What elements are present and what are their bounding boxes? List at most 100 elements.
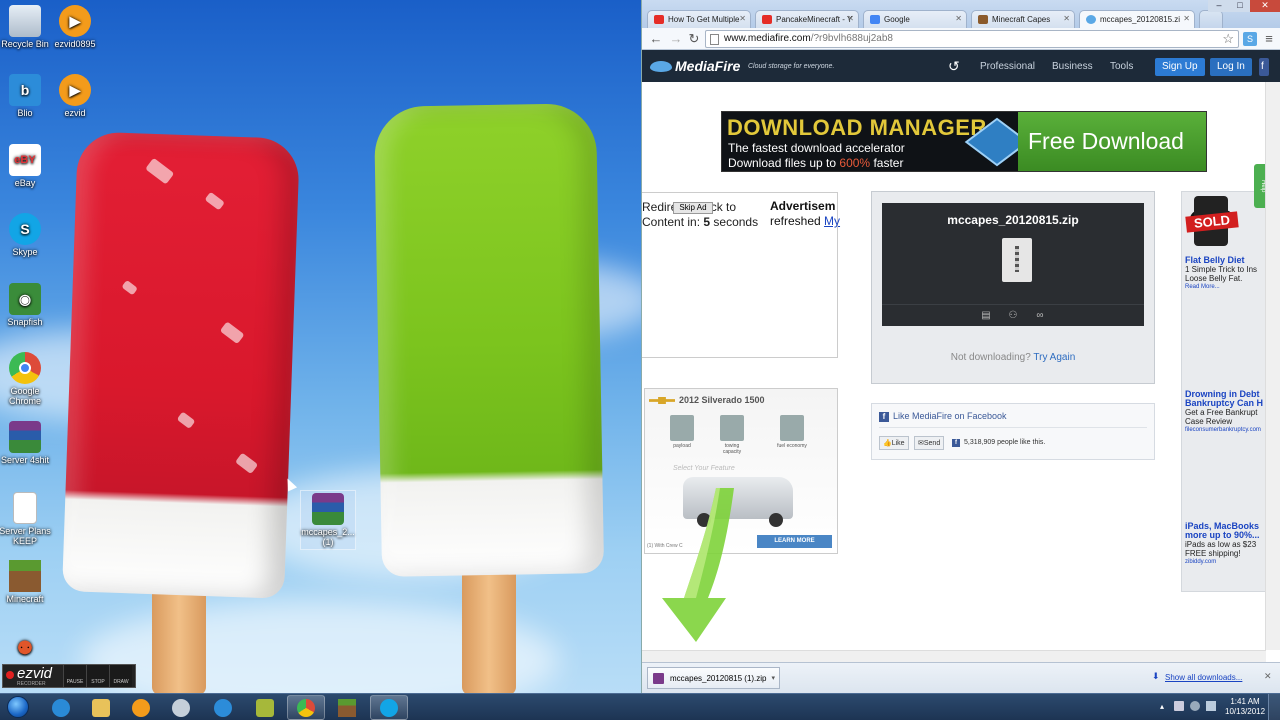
taskbar-server-tool[interactable]: [246, 695, 284, 720]
ezvid-play-icon: ▶: [59, 74, 91, 106]
desktop-icon-snapfish[interactable]: ◉ Snapfish: [0, 283, 54, 327]
download-item[interactable]: mccapes_20120815 (1).zip ▾: [647, 667, 780, 689]
mediafire-sync-icon[interactable]: ↺: [948, 58, 960, 75]
chevron-down-icon[interactable]: ▾: [771, 674, 775, 682]
learn-more-button[interactable]: LEARN MORE: [757, 535, 832, 548]
desktop-icon-server-4shit[interactable]: Server 4shit: [0, 421, 54, 465]
free-download-button[interactable]: Free Download: [1018, 112, 1206, 171]
show-desktop-button[interactable]: [1268, 694, 1280, 720]
ad-more-link[interactable]: zibiddy.com: [1185, 558, 1265, 567]
wrench-menu-icon[interactable]: ≡: [1261, 31, 1277, 47]
ad-more-link[interactable]: fileconsumerbankruptcy.com: [1185, 426, 1265, 435]
taskbar-ie[interactable]: [42, 695, 80, 720]
blio-icon: [214, 698, 232, 717]
desktop-icon-minecraft[interactable]: Minecraft: [0, 560, 54, 604]
tab-minecraft-capes[interactable]: Minecraft Capes ✕: [971, 10, 1075, 28]
tab-close-icon[interactable]: ✕: [739, 14, 746, 23]
desktop-icon-ebay[interactable]: eBY eBay: [0, 144, 54, 188]
mediafire-logo[interactable]: MediaFire: [650, 58, 740, 74]
tab-close-icon[interactable]: ✕: [847, 14, 854, 23]
taskbar-blio[interactable]: [204, 695, 242, 720]
zip-file-icon: [1002, 238, 1032, 282]
vertical-scrollbar[interactable]: [1265, 82, 1280, 650]
forward-button[interactable]: →: [668, 31, 684, 47]
new-tab-button[interactable]: [1199, 10, 1223, 28]
desktop-icon-ezvid[interactable]: ▶ ezvid: [46, 74, 104, 118]
address-bar[interactable]: www.mediafire.com/?r9bvlh688uj2ab8 ☆: [705, 30, 1239, 48]
browser-toolbar: ← → ↻ www.mediafire.com/?r9bvlh688uj2ab8…: [642, 28, 1280, 50]
taskbar-hp[interactable]: [162, 695, 200, 720]
download-manager-banner[interactable]: DOWNLOAD MANAGER The fastest download ac…: [721, 111, 1207, 172]
link-icon[interactable]: ∞: [1035, 310, 1045, 321]
desktop-icon-people[interactable]: ⚉: [0, 632, 54, 666]
nav-tools[interactable]: Tools: [1110, 61, 1133, 72]
close-window-button[interactable]: ✕: [1250, 0, 1280, 12]
desktop-icon-label: Blio: [17, 108, 33, 118]
desktop-icon-google-chrome[interactable]: Google Chrome: [0, 352, 54, 406]
banner-line2-text: Download files up to: [728, 156, 840, 170]
horizontal-scrollbar[interactable]: [642, 650, 1266, 662]
select-feature-text: Select Your Feature: [673, 465, 735, 472]
fuel-feature[interactable]: fuel economy: [775, 415, 809, 449]
tab-how-to-get-multiple[interactable]: How To Get Multiple ✕: [647, 10, 751, 28]
towing-feature[interactable]: towing capacity: [715, 415, 749, 455]
sign-up-button[interactable]: Sign Up: [1155, 58, 1205, 76]
payload-feature[interactable]: payload: [665, 415, 699, 449]
tab-close-icon[interactable]: ✕: [955, 14, 962, 23]
show-hidden-icons[interactable]: ▴: [1160, 702, 1164, 711]
tab-google[interactable]: Google ✕: [863, 10, 967, 28]
file-info-icon[interactable]: ▤: [981, 310, 991, 321]
taskbar-explorer[interactable]: [82, 695, 120, 720]
start-button[interactable]: [2, 694, 34, 720]
tab-mccapes-active[interactable]: mccapes_20120815.zi ✕: [1079, 10, 1195, 28]
ezvid-pause-button[interactable]: PAUSE: [63, 665, 86, 687]
clock[interactable]: 1:41 AM 10/13/2012: [1225, 697, 1265, 717]
tab-close-icon[interactable]: ✕: [1063, 14, 1070, 23]
skip-ad-button[interactable]: Skip Ad: [673, 202, 713, 214]
redirect-line1b: ck to: [710, 200, 737, 214]
dragged-file[interactable]: mccapes_2... (1): [300, 490, 356, 550]
nav-business[interactable]: Business: [1052, 61, 1093, 72]
file-tools: ▤ ⚇ ∞: [882, 304, 1144, 326]
volume-icon[interactable]: [1206, 701, 1216, 711]
ezvid-draw-button[interactable]: DRAW: [109, 665, 132, 687]
taskbar-chrome[interactable]: [287, 695, 325, 720]
minecraft-favicon-icon: [978, 15, 988, 24]
maximize-button[interactable]: □: [1230, 0, 1250, 12]
desktop-icon-skype[interactable]: S Skype: [0, 213, 54, 257]
ad-flat-belly[interactable]: Flat Belly Diet 1 Simple Trick to Ins Lo…: [1185, 256, 1265, 292]
maximize-icon: □: [1237, 0, 1243, 10]
nav-professional[interactable]: Professional: [980, 61, 1035, 72]
winrar-icon: [312, 493, 344, 525]
ad-debt-bankruptcy[interactable]: Drowning in Debt Bankruptcy Can H Get a …: [1185, 390, 1265, 435]
tab-close-icon[interactable]: ✕: [1183, 14, 1190, 23]
battery-icon[interactable]: [1190, 701, 1200, 711]
try-again-link[interactable]: Try Again: [1033, 352, 1075, 363]
towing-icon: [720, 415, 744, 441]
ad-more-link[interactable]: Read More...: [1185, 283, 1265, 292]
desktop: Recycle Bin ▶ ezvid0895 b Blio ▶ ezvid e…: [0, 0, 642, 693]
back-button[interactable]: ←: [648, 31, 664, 47]
bookmark-star-icon[interactable]: ☆: [1222, 31, 1234, 47]
minimize-button[interactable]: –: [1208, 0, 1230, 12]
log-in-button[interactable]: Log In: [1210, 58, 1252, 76]
close-download-shelf-icon[interactable]: ✕: [1264, 671, 1272, 682]
ad-ipads-macbooks[interactable]: iPads, MacBooks more up to 90%... iPads …: [1185, 522, 1265, 567]
show-all-downloads-link[interactable]: Show all downloads...: [1165, 673, 1242, 682]
facebook-connect-icon[interactable]: f: [1259, 58, 1269, 76]
advert-link[interactable]: My: [824, 214, 840, 228]
desktop-icon-server-plans[interactable]: Server Plans KEEP: [0, 492, 54, 546]
desktop-icon-ezvid0895[interactable]: ▶ ezvid0895: [46, 5, 104, 49]
ezvid-stop-button[interactable]: STOP: [86, 665, 109, 687]
reload-button[interactable]: ↻: [686, 31, 702, 47]
facebook-send-button[interactable]: ✉Send: [914, 436, 945, 450]
tab-pancakeminecraft[interactable]: PancakeMinecraft - Y ✕: [755, 10, 859, 28]
taskbar-skype[interactable]: [370, 695, 408, 720]
share-users-icon[interactable]: ⚇: [1008, 310, 1018, 321]
skype-extension-icon[interactable]: S: [1243, 32, 1257, 46]
facebook-icon: f: [879, 412, 889, 422]
network-icon[interactable]: [1174, 701, 1184, 711]
taskbar-ezvid[interactable]: [122, 695, 160, 720]
taskbar-minecraft[interactable]: [328, 695, 366, 720]
facebook-like-button[interactable]: 👍Like: [879, 436, 909, 450]
